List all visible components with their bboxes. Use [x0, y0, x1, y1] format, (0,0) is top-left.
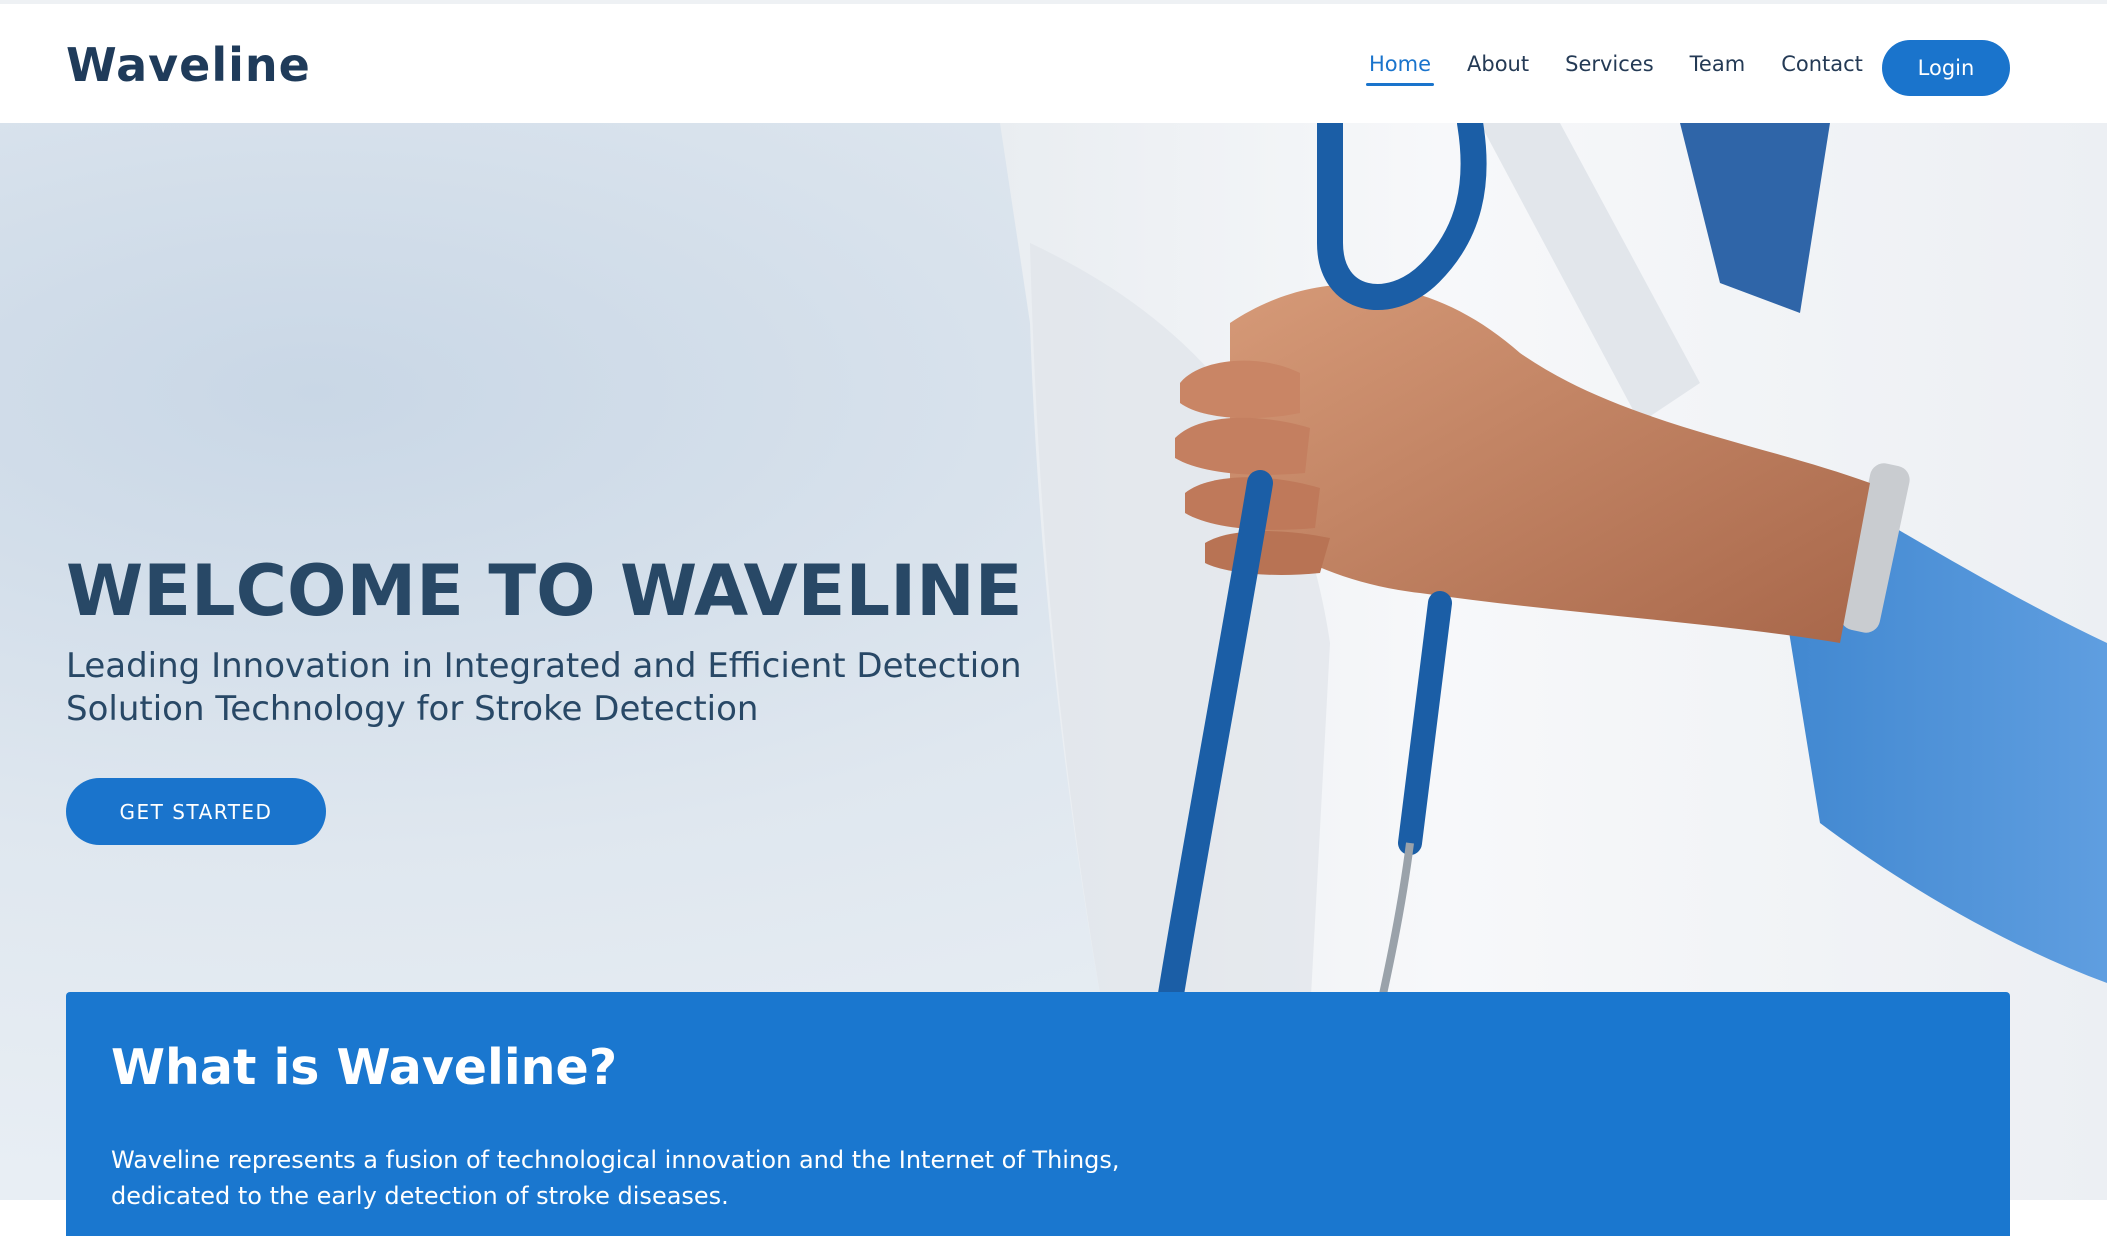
info-text-line-1: Waveline represents a fusion of technolo… — [111, 1146, 1120, 1174]
hero-title: WELCOME TO WAVELINE — [66, 550, 1023, 632]
nav-home[interactable]: Home — [1365, 52, 1435, 86]
get-started-button[interactable]: GET STARTED — [66, 778, 326, 845]
info-text: Waveline represents a fusion of technolo… — [111, 1142, 1131, 1214]
hero-subtitle: Leading Innovation in Integrated and Eff… — [66, 645, 1046, 731]
login-button[interactable]: Login — [1882, 40, 2010, 96]
hero-subtitle-line-2: Solution Technology for Stroke Detection — [66, 689, 759, 729]
brand-logo[interactable]: Waveline — [66, 38, 311, 92]
nav-team[interactable]: Team — [1690, 52, 1746, 86]
what-is-waveline-card: What is Waveline? Waveline represents a … — [66, 992, 2010, 1236]
nav-services[interactable]: Services — [1565, 52, 1654, 86]
info-text-line-2: dedicated to the early detection of stro… — [111, 1182, 729, 1210]
nav-about[interactable]: About — [1467, 52, 1529, 86]
nav-contact[interactable]: Contact — [1781, 52, 1863, 86]
hero-subtitle-line-1: Leading Innovation in Integrated and Eff… — [66, 646, 1022, 686]
main-nav: Home About Services Team Contact — [1365, 52, 1899, 86]
site-header: Waveline Home About Services Team Contac… — [0, 0, 2107, 123]
page: Waveline Home About Services Team Contac… — [0, 0, 2107, 1236]
info-title: What is Waveline? — [111, 1039, 618, 1096]
